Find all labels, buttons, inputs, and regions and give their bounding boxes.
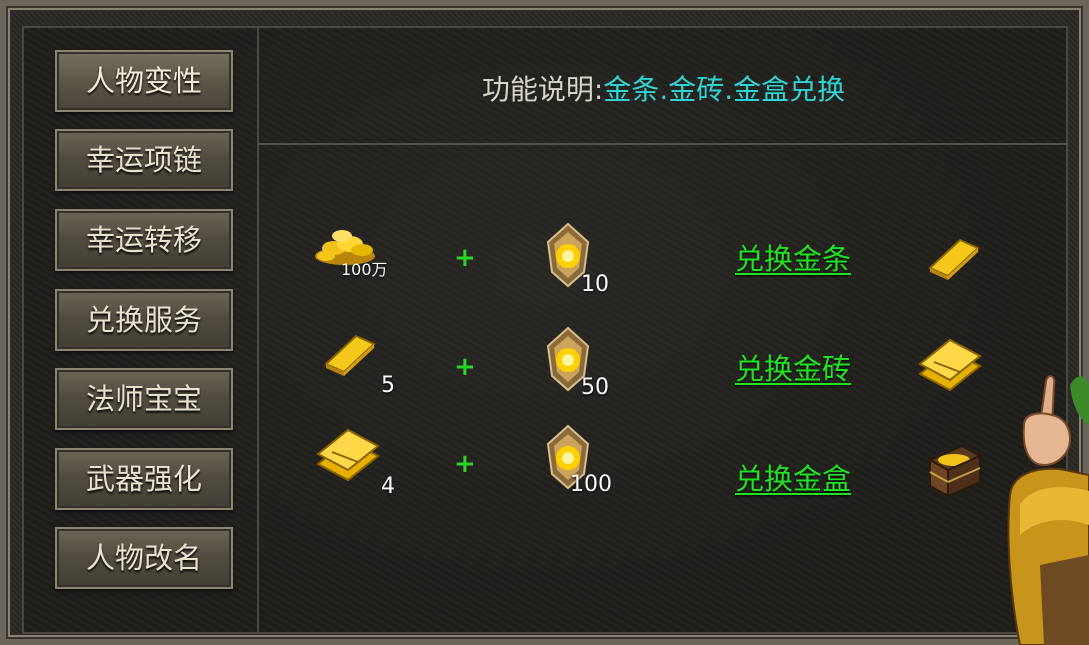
description-highlight: 金条.金砖.金盒兑换 <box>603 73 846 106</box>
sidebar-item-exchange-service[interactable]: 兑换服务 <box>55 289 233 351</box>
row2-plus: + <box>454 352 476 382</box>
sidebar-item-gender-change[interactable]: 人物变性 <box>55 50 233 112</box>
row2-gem-qty: 50 <box>581 375 609 400</box>
gold-bar-icon <box>324 334 376 376</box>
exchange-gold-box-button[interactable]: 兑换金盒 <box>735 456 851 498</box>
exchange-gold-brick-button[interactable]: 兑换金砖 <box>735 346 851 388</box>
gold-bar-icon <box>928 238 980 280</box>
row1-gem-qty: 10 <box>581 272 609 297</box>
header-divider <box>259 143 1068 145</box>
sidebar-item-lucky-necklace[interactable]: 幸运项链 <box>55 129 233 191</box>
row3-plus: + <box>454 449 476 479</box>
row3-gem-qty: 100 <box>570 472 612 497</box>
npc-character-icon <box>1007 375 1089 645</box>
gold-brick-icon <box>316 428 380 482</box>
sidebar-item-weapon-upgrade[interactable]: 武器强化 <box>55 448 233 510</box>
sidebar-item-luck-transfer[interactable]: 幸运转移 <box>55 209 233 271</box>
row1-input-qty: 100万 <box>341 260 388 279</box>
sidebar-item-rename[interactable]: 人物改名 <box>55 527 233 589</box>
function-description: 功能说明:金条.金砖.金盒兑换 <box>259 68 1068 108</box>
row1-plus: + <box>454 243 476 273</box>
exchange-gold-bar-button[interactable]: 兑换金条 <box>735 236 851 278</box>
row2-input-qty: 5 <box>381 373 395 398</box>
description-prefix: 功能说明: <box>481 73 604 106</box>
gold-box-icon <box>927 444 983 498</box>
row3-input-qty: 4 <box>381 474 395 499</box>
gold-brick-icon <box>918 338 982 392</box>
sidebar-item-mage-pet[interactable]: 法师宝宝 <box>55 368 233 430</box>
